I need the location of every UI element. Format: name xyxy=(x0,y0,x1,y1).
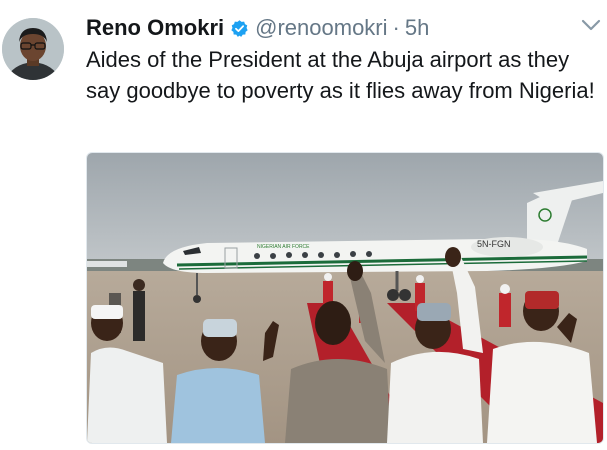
separator-dot: · xyxy=(392,15,400,40)
chevron-down-icon[interactable] xyxy=(581,18,601,32)
tweet: Reno Omokri @renoomokri · 5h Aides of th… xyxy=(0,0,607,450)
avatar[interactable] xyxy=(2,18,64,80)
author-name[interactable]: Reno Omokri xyxy=(86,15,224,41)
verified-badge-icon xyxy=(231,19,248,37)
tweet-photo[interactable]: 5N-FGN NIGERIAN AIR FORCE xyxy=(86,152,604,444)
author-handle[interactable]: @renoomokri xyxy=(255,15,387,41)
tweet-text: Aides of the President at the Abuja airp… xyxy=(86,47,595,103)
aircraft-livery-text: NIGERIAN AIR FORCE xyxy=(257,244,310,250)
tweet-header: Reno Omokri @renoomokri · 5h xyxy=(86,14,577,42)
aircraft-registration-text: 5N-FGN xyxy=(477,239,511,249)
airport-farewell-photo: 5N-FGN NIGERIAN AIR FORCE xyxy=(87,153,603,443)
avatar-image xyxy=(2,18,64,80)
timestamp[interactable]: 5h xyxy=(405,15,429,41)
